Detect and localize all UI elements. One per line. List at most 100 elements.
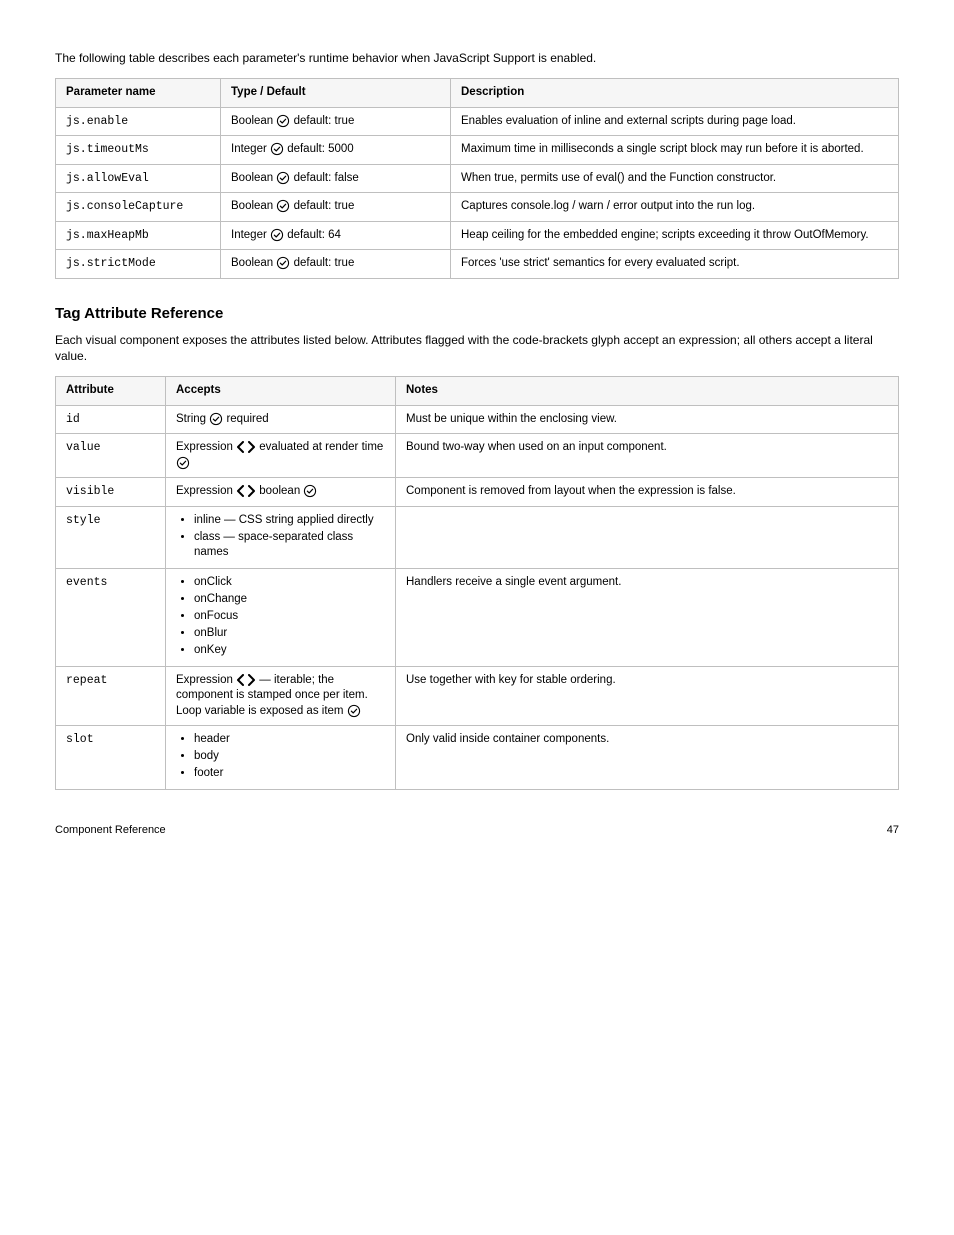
page-footer: Component Reference 47 bbox=[55, 824, 899, 836]
table-row: slot header body footer Only valid inside co… bbox=[56, 726, 899, 790]
param-type-cell: Boolean default: true bbox=[221, 107, 451, 136]
param-desc-cell: When true, permits use of eval() and the… bbox=[451, 164, 899, 193]
attr-option-list: header body footer bbox=[176, 732, 387, 781]
check-circle-icon bbox=[270, 142, 284, 156]
list-item: footer bbox=[194, 766, 387, 781]
table-row: js.consoleCapture Boolean default: trueCa… bbox=[56, 193, 899, 222]
attr-name: id bbox=[66, 413, 80, 426]
check-circle-icon bbox=[276, 171, 290, 185]
table-row: value Expression evaluated at render time… bbox=[56, 434, 899, 478]
check-circle-icon bbox=[347, 704, 361, 718]
attr-name-cell: visible bbox=[56, 478, 166, 507]
param-desc-cell: Forces 'use strict' semantics for every … bbox=[451, 250, 899, 279]
table-header-row: Parameter name Type / Default Descriptio… bbox=[56, 79, 899, 108]
param-type-cell: Integer default: 5000 bbox=[221, 136, 451, 165]
attr-notes-cell: Must be unique within the enclosing view… bbox=[396, 405, 899, 434]
table-header-row: Attribute Accepts Notes bbox=[56, 377, 899, 406]
param-name: js.strictMode bbox=[66, 257, 156, 270]
code-brackets-icon bbox=[236, 441, 256, 453]
list-item: onChange bbox=[194, 592, 387, 607]
param-name-cell: js.strictMode bbox=[56, 250, 221, 279]
attr-accepts-cell: inline — CSS string applied directlyclas… bbox=[166, 507, 396, 569]
attr-notes-cell: Use together with key for stable orderin… bbox=[396, 666, 899, 726]
table-row: js.enableBoolean default: trueEnables ev… bbox=[56, 107, 899, 136]
attr-name: repeat bbox=[66, 674, 107, 687]
param-name-cell: js.maxHeapMb bbox=[56, 221, 221, 250]
code-brackets-icon bbox=[236, 674, 256, 686]
check-circle-icon bbox=[270, 228, 284, 242]
attr-name: value bbox=[66, 441, 101, 454]
attr-notes-cell: Handlers receive a single event argument… bbox=[396, 568, 899, 666]
attr-accepts-cell: onClick onChange onFocus onBlur onKey bbox=[166, 568, 396, 666]
section-paragraph: Each visual component exposes the attrib… bbox=[55, 332, 899, 364]
attr-accepts-cell: Expression evaluated at render time bbox=[166, 434, 396, 478]
attr-notes-cell bbox=[396, 507, 899, 569]
attr-name: slot bbox=[66, 733, 94, 746]
page: The following table describes each param… bbox=[0, 0, 954, 896]
attr-name-cell: events bbox=[56, 568, 166, 666]
attr-name-cell: slot bbox=[56, 726, 166, 790]
table-row: style inline — CSS string applied directl… bbox=[56, 507, 899, 569]
attr-name-cell: id bbox=[56, 405, 166, 434]
param-name-cell: js.enable bbox=[56, 107, 221, 136]
param-desc-cell: Captures console.log / warn / error outp… bbox=[451, 193, 899, 222]
param-desc-cell: Heap ceiling for the embedded engine; sc… bbox=[451, 221, 899, 250]
attr-name-cell: repeat bbox=[56, 666, 166, 726]
list-item: onClick bbox=[194, 575, 387, 590]
param-type-cell: Integer default: 64 bbox=[221, 221, 451, 250]
param-name: js.enable bbox=[66, 115, 128, 128]
table-row: js.strictMode Boolean default: trueForces… bbox=[56, 250, 899, 279]
param-name: js.timeoutMs bbox=[66, 143, 149, 156]
check-circle-icon bbox=[303, 484, 317, 498]
attr-name: style bbox=[66, 514, 101, 527]
check-circle-icon bbox=[276, 199, 290, 213]
param-name-cell: js.consoleCapture bbox=[56, 193, 221, 222]
col-header: Notes bbox=[396, 377, 899, 406]
parameters-table: Parameter name Type / Default Descriptio… bbox=[55, 78, 899, 279]
table-row: js.allowEvalBoolean default: falseWhen t… bbox=[56, 164, 899, 193]
col-header: Attribute bbox=[56, 377, 166, 406]
table-row: visible Expression boolean Component is r… bbox=[56, 478, 899, 507]
check-circle-icon bbox=[276, 114, 290, 128]
param-type-cell: Boolean default: true bbox=[221, 250, 451, 279]
check-circle-icon bbox=[276, 256, 290, 270]
attr-notes-cell: Only valid inside container components. bbox=[396, 726, 899, 790]
param-name: js.consoleCapture bbox=[66, 200, 183, 213]
attr-notes-cell: Component is removed from layout when th… bbox=[396, 478, 899, 507]
footer-left: Component Reference bbox=[55, 824, 166, 836]
attr-accepts-cell: Expression boolean bbox=[166, 478, 396, 507]
list-item: onBlur bbox=[194, 626, 387, 641]
attr-accepts-cell: String required bbox=[166, 405, 396, 434]
list-item: header bbox=[194, 732, 387, 747]
param-name: js.maxHeapMb bbox=[66, 229, 149, 242]
attr-option-list: inline — CSS string applied directlyclas… bbox=[176, 513, 387, 560]
param-name-cell: js.allowEval bbox=[56, 164, 221, 193]
list-item: onFocus bbox=[194, 609, 387, 624]
list-item: onKey bbox=[194, 643, 387, 658]
attr-option-list: onClick onChange onFocus onBlur onKey bbox=[176, 575, 387, 658]
list-item: inline — CSS string applied directly bbox=[194, 513, 387, 528]
attr-notes-cell: Bound two-way when used on an input comp… bbox=[396, 434, 899, 478]
attributes-table: Attribute Accepts Notes id String require… bbox=[55, 376, 899, 790]
list-item: body bbox=[194, 749, 387, 764]
table-row: events onClick onChange onFocus onBlur onKey H… bbox=[56, 568, 899, 666]
param-desc-cell: Maximum time in milliseconds a single sc… bbox=[451, 136, 899, 165]
table-row: repeat Expression — iterable; the compone… bbox=[56, 666, 899, 726]
check-circle-icon bbox=[209, 412, 223, 426]
param-name-cell: js.timeoutMs bbox=[56, 136, 221, 165]
col-header: Type / Default bbox=[221, 79, 451, 108]
attr-name-cell: style bbox=[56, 507, 166, 569]
table-row: id String requiredMust be unique within t… bbox=[56, 405, 899, 434]
check-circle-icon bbox=[176, 456, 190, 470]
col-header: Accepts bbox=[166, 377, 396, 406]
param-type-cell: Boolean default: true bbox=[221, 193, 451, 222]
table-row: js.maxHeapMb Integer default: 64Heap ceil… bbox=[56, 221, 899, 250]
attr-accepts-cell: header body footer bbox=[166, 726, 396, 790]
table-row: js.timeoutMs Integer default: 5000Maximum… bbox=[56, 136, 899, 165]
attr-accepts-cell: Expression — iterable; the component is … bbox=[166, 666, 396, 726]
param-type-cell: Boolean default: false bbox=[221, 164, 451, 193]
attr-name: visible bbox=[66, 485, 114, 498]
col-header: Parameter name bbox=[56, 79, 221, 108]
attr-name-cell: value bbox=[56, 434, 166, 478]
intro-paragraph: The following table describes each param… bbox=[55, 50, 899, 66]
